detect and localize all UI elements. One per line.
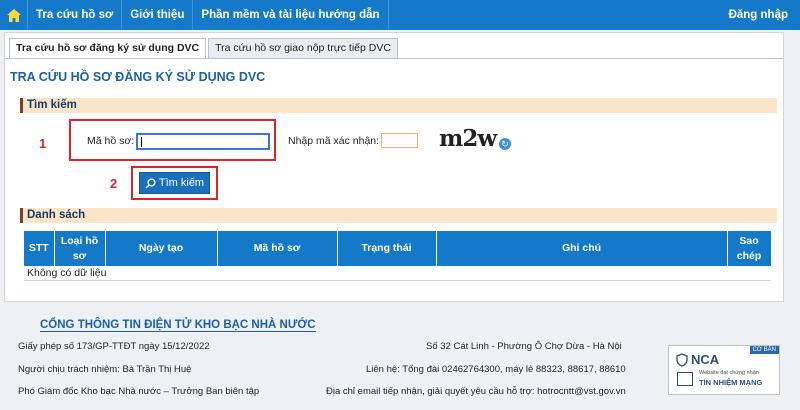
nca-logo-text: NCA (691, 352, 720, 367)
shield-icon (676, 352, 688, 367)
code-input[interactable] (136, 133, 270, 150)
table-row: Không có dữ liệu (24, 266, 771, 281)
step-marker-2: 2 (110, 176, 118, 191)
code-label: Mã hồ sơ: (87, 135, 135, 147)
top-nav: Tra cứu hồ sơ Giới thiệu Phần mềm và tài… (0, 0, 800, 30)
tab-dang-ky[interactable]: Tra cứu hồ sơ đăng ký sử dụng DVC (9, 38, 207, 59)
nca-trust-badge[interactable]: CƠ BẢN NCA Website đạt chứng nhận TÍN NH… (668, 345, 780, 395)
nca-logo: NCA (675, 352, 719, 367)
magnifier-icon (145, 177, 156, 189)
table-header-row: STT Loại hồ sơ Ngày tạo Mã hồ sơ Trạng t… (24, 231, 772, 266)
captcha-image: m2w (439, 125, 497, 152)
page-title: TRA CỨU HỒ SƠ ĐĂNG KÝ SỬ DỤNG DVC (10, 70, 266, 84)
tab-giao-nop[interactable]: Tra cứu hồ sơ giao nộp trực tiếp DVC (208, 38, 398, 58)
refresh-captcha-icon[interactable]: ↻ (499, 138, 511, 150)
nav-item-gioi-thieu[interactable]: Giới thiệu (122, 0, 194, 30)
step-marker-1: 1 (39, 136, 47, 151)
badge-line2: TÍN NHIỆM MẠNG (699, 378, 763, 387)
footer-position: Phó Giám đốc Kho bạc Nhà nước – Trưởng B… (18, 386, 260, 397)
footer-address: Số 32 Cát Linh - Phường Ô Chợ Dừa - Hà N… (426, 341, 622, 352)
nav-item-phan-mem[interactable]: Phần mềm và tài liệu hướng dẫn (193, 0, 389, 30)
footer-title[interactable]: CỔNG THÔNG TIN ĐIỆN TỬ KHO BẠC NHÀ NƯỚC (40, 319, 316, 332)
col-trang-thai: Trạng thái (337, 231, 437, 266)
footer-responsible: Người chịu trách nhiệm: Bà Trần Thị Huệ (18, 364, 192, 375)
empty-message: Không có dữ liệu (24, 266, 771, 281)
tab-bar: Tra cứu hồ sơ đăng ký sử dụng DVC Tra cứ… (9, 38, 400, 59)
text-caret (141, 137, 142, 147)
results-table: STT Loại hồ sơ Ngày tạo Mã hồ sơ Trạng t… (24, 231, 772, 281)
captcha-input[interactable] (381, 133, 418, 148)
col-loai-ho-so: Loại hồ sơ (54, 231, 106, 266)
col-ghi-chu: Ghi chú (436, 231, 728, 266)
col-ngay-tao: Ngày tạo (105, 231, 218, 266)
tab-divider (5, 58, 783, 59)
login-link[interactable]: Đăng nhập (729, 0, 788, 30)
footer-contact: Liên hệ: Tổng đài 02462764300, máy lẻ 88… (366, 364, 626, 375)
search-button[interactable]: Tìm kiếm (139, 172, 210, 194)
home-icon[interactable] (0, 0, 28, 30)
col-ma-ho-so: Mã hồ sơ (217, 231, 338, 266)
main-panel: Tra cứu hồ sơ đăng ký sử dụng DVC Tra cứ… (4, 32, 784, 302)
col-stt: STT (24, 231, 55, 266)
badge-tag: CƠ BẢN (749, 346, 779, 354)
search-button-label: Tìm kiếm (158, 177, 205, 189)
footer-email: Địa chỉ email tiếp nhận, giải quyết yêu … (326, 386, 626, 397)
footer-license: Giấy phép số 173/GP-TTĐT ngày 15/12/2022 (18, 341, 210, 352)
list-section-header: Danh sách (20, 208, 777, 223)
badge-line1: Website đạt chứng nhận (699, 370, 759, 376)
nav-item-tra-cuu[interactable]: Tra cứu hồ sơ (28, 0, 123, 30)
captcha-label: Nhập mã xác nhận: (288, 135, 380, 147)
search-section-header: Tìm kiếm (20, 98, 777, 113)
col-sao-chep: Sao chép (727, 231, 772, 266)
website-icon (677, 372, 693, 386)
